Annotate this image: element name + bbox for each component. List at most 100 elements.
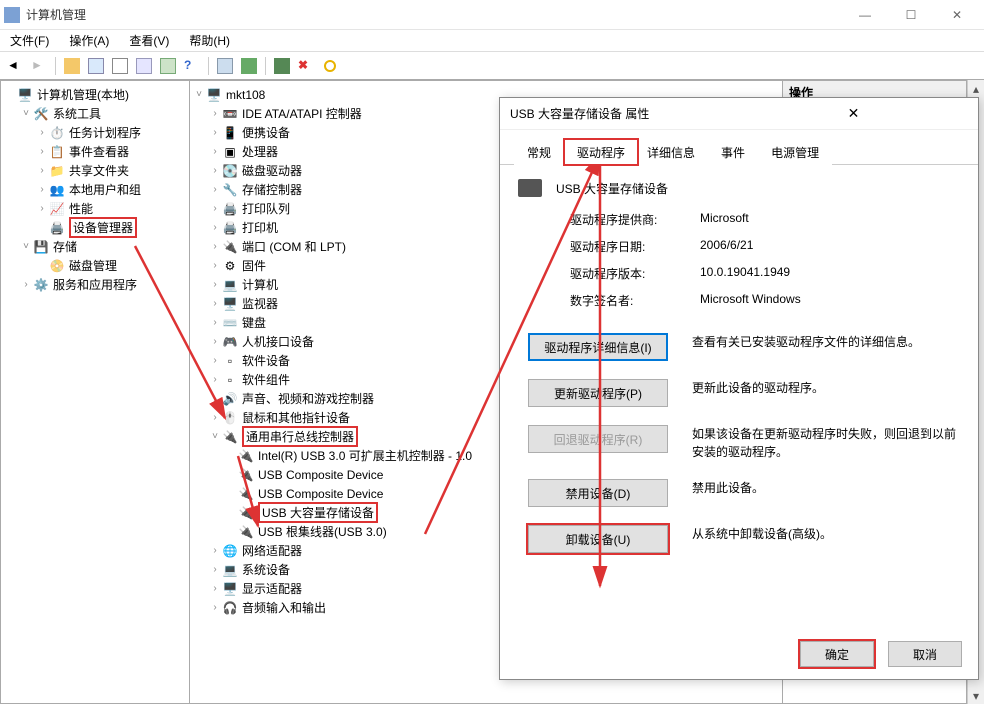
display-icon: 🖥️ <box>222 581 238 597</box>
close-button[interactable]: ✕ <box>934 0 980 30</box>
toolbar-btn-1[interactable] <box>61 55 83 77</box>
update-driver-desc: 更新此设备的驱动程序。 <box>692 379 960 397</box>
storage-icon: 💾 <box>33 239 49 255</box>
driver-details-desc: 查看有关已安装驱动程序文件的详细信息。 <box>692 333 960 351</box>
pc-icon: 🖥️ <box>206 87 222 103</box>
menu-file[interactable]: 文件(F) <box>6 30 53 51</box>
usb-icon: 🔌 <box>238 467 254 483</box>
label-date: 驱动程序日期: <box>570 238 700 255</box>
toolbar-btn-6[interactable] <box>214 55 236 77</box>
printq-icon: 🖨️ <box>222 201 238 217</box>
cancel-button[interactable]: 取消 <box>888 641 962 667</box>
ok-button[interactable]: 确定 <box>800 641 874 667</box>
toolbar-btn-5[interactable] <box>157 55 179 77</box>
tab-details[interactable]: 详细信息 <box>634 139 708 165</box>
device-name: USB 大容量存储设备 <box>556 180 668 197</box>
left-pane[interactable]: 🖥️计算机管理(本地) ˅🛠️系统工具 ›⏱️任务计划程序 ›📋事件查看器 ›📁… <box>0 80 190 704</box>
kbd-icon: ⌨️ <box>222 315 238 331</box>
services-icon: ⚙️ <box>33 277 49 293</box>
mouse-icon: 🖱️ <box>222 410 238 426</box>
toolbar-btn-2[interactable] <box>85 55 107 77</box>
clock-icon: ⏱️ <box>49 125 65 141</box>
usb-icon: 🔌 <box>238 524 254 540</box>
driver-info: 驱动程序提供商: Microsoft 驱动程序日期: 2006/6/21 驱动程… <box>570 211 960 309</box>
rollback-driver-desc: 如果该设备在更新驱动程序时失败，则回退到以前安装的驱动程序。 <box>692 425 960 461</box>
toolbar-btn-7[interactable] <box>238 55 260 77</box>
share-icon: 📁 <box>49 163 65 179</box>
net-icon: 🌐 <box>222 543 238 559</box>
tree-system-tools[interactable]: ˅🛠️系统工具 <box>3 104 187 123</box>
back-button[interactable]: ◄ <box>4 55 26 77</box>
forward-button[interactable]: ► <box>28 55 50 77</box>
menu-action[interactable]: 操作(A) <box>65 30 113 51</box>
toolbar-btn-10[interactable] <box>319 55 341 77</box>
value-version: 10.0.19041.1949 <box>700 265 960 282</box>
window-controls: — ☐ ✕ <box>842 0 980 30</box>
computer-icon: 🖥️ <box>17 87 33 103</box>
uninstall-device-desc: 从系统中卸载设备(高级)。 <box>692 525 960 543</box>
usb-icon: 🔌 <box>222 429 238 445</box>
disable-device-button[interactable]: 禁用设备(D) <box>528 479 668 507</box>
usb-device-icon <box>518 179 542 197</box>
tab-power[interactable]: 电源管理 <box>758 139 832 165</box>
toolbar: ◄ ► ? ✖ <box>0 52 984 80</box>
value-signer: Microsoft Windows <box>700 292 960 309</box>
usb-icon: 🔌 <box>238 505 254 521</box>
update-driver-button[interactable]: 更新驱动程序(P) <box>528 379 668 407</box>
tab-events[interactable]: 事件 <box>708 139 758 165</box>
scroll-down-icon[interactable]: ▾ <box>968 687 984 704</box>
window-title: 计算机管理 <box>26 6 842 23</box>
ctl-icon: 🔧 <box>222 182 238 198</box>
port-icon: 🔌 <box>222 239 238 255</box>
dialog-titlebar[interactable]: USB 大容量存储设备 属性 ✕ <box>500 98 978 130</box>
tree-local-users[interactable]: ›👥本地用户和组 <box>3 180 187 199</box>
value-date: 2006/6/21 <box>700 238 960 255</box>
tree-performance[interactable]: ›📈性能 <box>3 199 187 218</box>
driver-details-button[interactable]: 驱动程序详细信息(I) <box>528 333 668 361</box>
dialog-close-button[interactable]: ✕ <box>739 105 968 122</box>
comp-icon: 💻 <box>222 277 238 293</box>
softc-icon: ▫ <box>222 372 238 388</box>
portable-icon: 📱 <box>222 125 238 141</box>
help-button[interactable]: ? <box>181 55 203 77</box>
soft-icon: ▫ <box>222 353 238 369</box>
menubar: 文件(F) 操作(A) 查看(V) 帮助(H) <box>0 30 984 52</box>
maximize-button[interactable]: ☐ <box>888 0 934 30</box>
uninstall-device-button[interactable]: 卸载设备(U) <box>528 525 668 553</box>
cpu-icon: ▣ <box>222 144 238 160</box>
tree-disk-mgmt[interactable]: 📀磁盘管理 <box>3 256 187 275</box>
label-version: 驱动程序版本: <box>570 265 700 282</box>
label-signer: 数字签名者: <box>570 292 700 309</box>
disable-device-desc: 禁用此设备。 <box>692 479 960 497</box>
toolbar-btn-4[interactable] <box>133 55 155 77</box>
disk-icon: 📀 <box>49 258 65 274</box>
app-icon <box>4 7 20 23</box>
tree-services[interactable]: ›⚙️服务和应用程序 <box>3 275 187 294</box>
tree-storage[interactable]: ˅💾存储 <box>3 237 187 256</box>
label-provider: 驱动程序提供商: <box>570 211 700 228</box>
minimize-button[interactable]: — <box>842 0 888 30</box>
tree-shared-folders[interactable]: ›📁共享文件夹 <box>3 161 187 180</box>
users-icon: 👥 <box>49 182 65 198</box>
menu-view[interactable]: 查看(V) <box>125 30 173 51</box>
perf-icon: 📈 <box>49 201 65 217</box>
toolbar-btn-9[interactable]: ✖ <box>295 55 317 77</box>
tab-driver[interactable]: 驱动程序 <box>564 139 638 165</box>
titlebar: 计算机管理 — ☐ ✕ <box>0 0 984 30</box>
toolbar-btn-8[interactable] <box>271 55 293 77</box>
value-provider: Microsoft <box>700 211 960 228</box>
log-icon: 📋 <box>49 144 65 160</box>
toolbar-btn-3[interactable] <box>109 55 131 77</box>
tree-root[interactable]: 🖥️计算机管理(本地) <box>3 85 187 104</box>
dialog-tabs: 常规 驱动程序 详细信息 事件 电源管理 <box>500 130 978 165</box>
tree-event-viewer[interactable]: ›📋事件查看器 <box>3 142 187 161</box>
scroll-up-icon[interactable]: ▴ <box>968 80 984 97</box>
menu-help[interactable]: 帮助(H) <box>185 30 234 51</box>
ide-icon: 📼 <box>222 106 238 122</box>
tree-device-manager[interactable]: 🖨️设备管理器 <box>3 218 187 237</box>
usb-icon: 🔌 <box>238 486 254 502</box>
rollback-driver-button: 回退驱动程序(R) <box>528 425 668 453</box>
tab-general[interactable]: 常规 <box>514 139 564 165</box>
tree-task-scheduler[interactable]: ›⏱️任务计划程序 <box>3 123 187 142</box>
hdd-icon: 💽 <box>222 163 238 179</box>
